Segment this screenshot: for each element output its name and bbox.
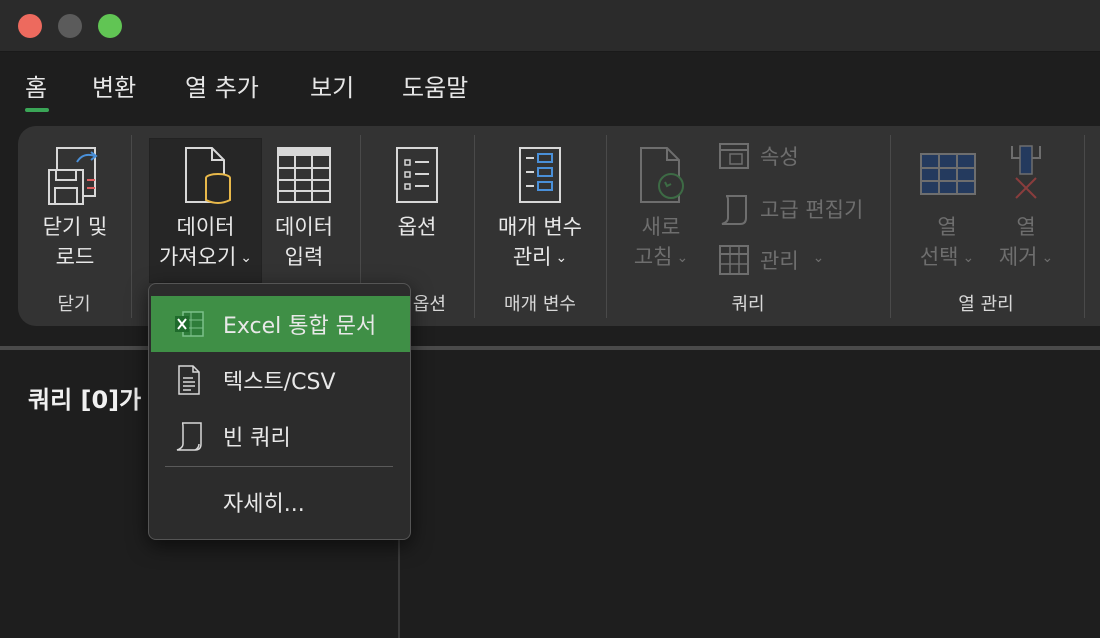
parameters-icon bbox=[519, 147, 561, 203]
menu-item-more[interactable]: 자세히... bbox=[151, 474, 410, 530]
close-and-load-label-2: 로드 bbox=[55, 245, 95, 269]
parameters-label-2: 관리 ⌄ bbox=[490, 242, 590, 275]
choose-columns-label-2: 선택 ⌄ bbox=[906, 242, 988, 275]
options-label: 옵션 bbox=[397, 215, 437, 239]
refresh-label-2: 고침 ⌄ bbox=[622, 242, 700, 275]
tab-add-column[interactable]: 열 추가 bbox=[185, 68, 259, 103]
group-label-columns: 열 관리 bbox=[958, 294, 1014, 315]
group-label-close: 닫기 bbox=[57, 294, 91, 315]
choose-columns-label-2-text: 선택 bbox=[919, 245, 959, 269]
chevron-down-icon: ⌄ bbox=[555, 250, 568, 266]
enter-data-label-2: 입력 bbox=[284, 245, 324, 269]
choose-columns-label-1: 열 bbox=[937, 215, 957, 239]
tab-view[interactable]: 보기 bbox=[310, 68, 354, 103]
properties-label: 속성 bbox=[760, 145, 799, 169]
refresh-label-2-text: 고침 bbox=[633, 245, 673, 269]
remove-columns-button[interactable]: 열 제거 ⌄ bbox=[990, 144, 1062, 275]
group-divider bbox=[1084, 135, 1085, 318]
manage-label: 관리 bbox=[760, 249, 799, 273]
remove-columns-icon bbox=[1011, 145, 1041, 199]
remove-columns-label-2-text: 제거 bbox=[998, 245, 1038, 269]
options-icon bbox=[396, 147, 438, 203]
chevron-down-icon: ⌄ bbox=[676, 250, 689, 266]
get-data-label-1: 데이터 bbox=[176, 215, 235, 239]
menu-item-blank-query[interactable]: 빈 쿼리 bbox=[151, 408, 410, 464]
tab-transform[interactable]: 변환 bbox=[92, 68, 136, 103]
group-divider bbox=[890, 135, 891, 318]
active-tab-indicator bbox=[25, 108, 49, 112]
menu-item-excel-workbook[interactable]: Excel 통합 문서 bbox=[151, 296, 410, 352]
group-divider bbox=[606, 135, 607, 318]
menu-item-label: 빈 쿼리 bbox=[223, 426, 291, 451]
menu-item-label: Excel 통합 문서 bbox=[223, 314, 377, 339]
menu-separator bbox=[165, 466, 393, 467]
excel-icon bbox=[175, 311, 204, 337]
title-bar bbox=[0, 0, 1100, 52]
chevron-down-icon: ⌄ bbox=[1041, 250, 1054, 266]
enter-data-button[interactable]: 데이터 입력 bbox=[266, 144, 342, 272]
chevron-down-icon: ⌄ bbox=[962, 250, 975, 266]
choose-columns-button[interactable]: 열 선택 ⌄ bbox=[906, 144, 988, 275]
close-and-load-button[interactable]: 닫기 및 로드 bbox=[34, 144, 116, 272]
chevron-down-icon: ⌄ bbox=[812, 250, 825, 266]
manage-button[interactable]: 관리 ⌄ bbox=[718, 244, 824, 276]
group-label-query: 쿼리 bbox=[731, 294, 765, 315]
minimize-window-button[interactable] bbox=[58, 14, 82, 38]
get-data-dropdown-menu: Excel 통합 문서 텍스트/CSV 빈 쿼리 자세히... bbox=[148, 283, 411, 540]
remove-columns-label-2: 제거 ⌄ bbox=[990, 242, 1062, 275]
manage-parameters-button[interactable]: 매개 변수 관리 ⌄ bbox=[490, 144, 590, 275]
refresh-icon bbox=[640, 147, 684, 203]
tab-help[interactable]: 도움말 bbox=[402, 68, 468, 103]
advanced-editor-button[interactable]: 고급 편집기 bbox=[718, 192, 863, 226]
group-divider bbox=[131, 135, 132, 318]
get-data-label-2-text: 가져오기 bbox=[158, 245, 237, 269]
refresh-button[interactable]: 새로 고침 ⌄ bbox=[622, 144, 700, 275]
parameters-label-1: 매개 변수 bbox=[498, 215, 582, 239]
get-data-button[interactable]: 데이터 가져오기 ⌄ bbox=[149, 144, 262, 275]
grid-icon bbox=[719, 245, 749, 275]
group-divider bbox=[474, 135, 475, 318]
parameters-label-2-text: 관리 bbox=[512, 245, 552, 269]
maximize-window-button[interactable] bbox=[98, 14, 122, 38]
choose-columns-icon bbox=[920, 153, 976, 195]
ribbon-tab-bar: 홈 변환 열 추가 보기 도움말 bbox=[0, 52, 1100, 122]
menu-item-text-csv[interactable]: 텍스트/CSV bbox=[151, 352, 410, 408]
chevron-down-icon: ⌄ bbox=[240, 250, 252, 266]
get-data-label-2: 가져오기 ⌄ bbox=[149, 242, 262, 275]
menu-item-label: 자세히... bbox=[223, 492, 305, 517]
options-button[interactable]: 옵션 bbox=[378, 144, 456, 242]
tab-home[interactable]: 홈 bbox=[25, 68, 47, 103]
queries-pane-title: 쿼리 [0]가 bbox=[28, 386, 142, 414]
advanced-editor-label: 고급 편집기 bbox=[760, 198, 864, 222]
get-data-icon bbox=[184, 147, 231, 204]
properties-icon bbox=[719, 143, 749, 169]
table-icon bbox=[277, 147, 331, 203]
remove-columns-label-1: 열 bbox=[1016, 215, 1036, 239]
text-file-icon bbox=[178, 365, 200, 395]
menu-item-label: 텍스트/CSV bbox=[223, 370, 336, 395]
enter-data-label-1: 데이터 bbox=[275, 215, 333, 239]
blank-query-icon bbox=[176, 422, 202, 451]
close-and-load-label-1: 닫기 및 bbox=[42, 215, 108, 239]
close-window-button[interactable] bbox=[18, 14, 42, 38]
close-and-load-icon bbox=[48, 147, 98, 205]
group-label-parameters: 매개 변수 bbox=[504, 294, 576, 315]
scroll-icon bbox=[721, 195, 747, 225]
properties-button[interactable]: 속성 bbox=[718, 140, 799, 172]
refresh-label-1: 새로 bbox=[641, 215, 681, 239]
